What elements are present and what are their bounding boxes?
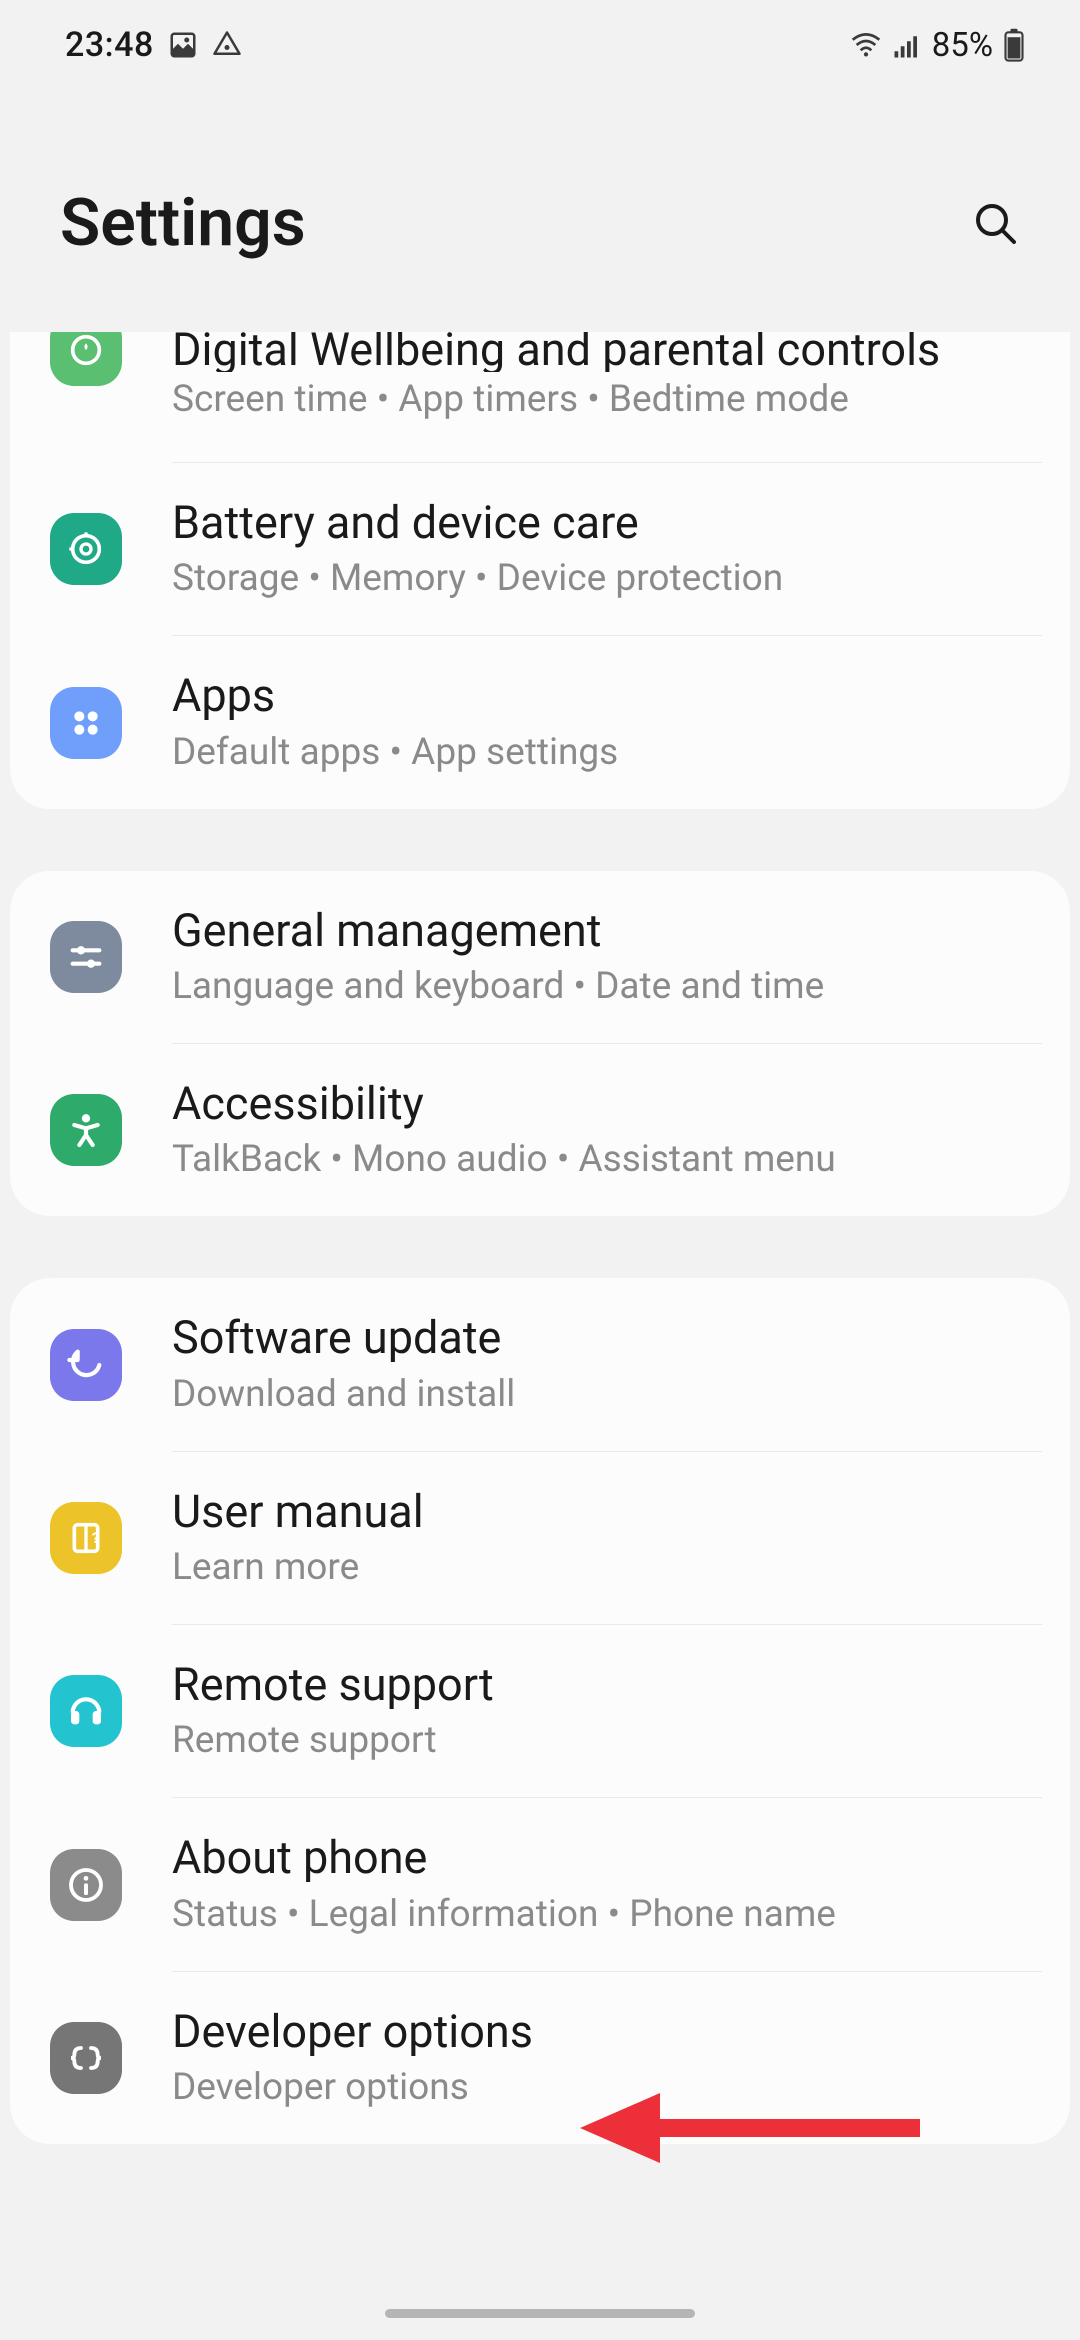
row-subtitle: Language and keyboard • Date and time bbox=[172, 963, 1036, 1011]
settings-row-battery-care[interactable]: Battery and device care Storage • Memory… bbox=[10, 463, 1070, 635]
row-subtitle: Screen time • App timers • Bedtime mode bbox=[172, 376, 1036, 424]
settings-row-general-management[interactable]: General management Language and keyboard… bbox=[10, 871, 1070, 1043]
status-right: 85% bbox=[850, 26, 1025, 65]
settings-group: General management Language and keyboard… bbox=[10, 871, 1070, 1217]
row-title: Digital Wellbeing and parental controls bbox=[172, 332, 940, 372]
row-subtitle: Status • Legal information • Phone name bbox=[172, 1891, 1036, 1939]
row-text: Accessibility TalkBack • Mono audio • As… bbox=[172, 1076, 1036, 1184]
row-subtitle: Learn more bbox=[172, 1544, 1036, 1592]
page-title: Settings bbox=[60, 185, 306, 262]
status-left: 23:48 bbox=[65, 25, 242, 65]
row-title: Remote support bbox=[172, 1657, 1036, 1713]
row-title: Developer options bbox=[172, 2004, 1036, 2060]
wellbeing-icon bbox=[50, 332, 122, 386]
row-text: Software update Download and install bbox=[172, 1310, 1036, 1418]
settings-row-remote-support[interactable]: Remote support Remote support bbox=[10, 1625, 1070, 1797]
general-management-icon bbox=[50, 921, 122, 993]
row-subtitle: Remote support bbox=[172, 1717, 1036, 1765]
svg-text:?: ? bbox=[92, 1529, 99, 1547]
row-text: Apps Default apps • App settings bbox=[172, 668, 1036, 776]
header: Settings bbox=[0, 90, 1080, 332]
row-title: Apps bbox=[172, 668, 1036, 724]
row-title: Battery and device care bbox=[172, 495, 1036, 551]
drive-icon bbox=[212, 30, 242, 60]
row-subtitle: TalkBack • Mono audio • Assistant menu bbox=[172, 1136, 1036, 1184]
status-time: 23:48 bbox=[65, 25, 154, 65]
search-button[interactable] bbox=[972, 200, 1020, 248]
row-title: User manual bbox=[172, 1484, 1036, 1540]
row-title: General management bbox=[172, 903, 1036, 959]
row-subtitle: Storage • Memory • Device protection bbox=[172, 555, 1036, 603]
row-text: Digital Wellbeing and parental controls … bbox=[172, 332, 1036, 424]
row-title: Software update bbox=[172, 1310, 1036, 1366]
battery-percent: 85% bbox=[932, 26, 993, 65]
row-subtitle: Default apps • App settings bbox=[172, 729, 1036, 777]
settings-group: Digital Wellbeing and parental controls … bbox=[10, 332, 1070, 809]
about-phone-icon bbox=[50, 1849, 122, 1921]
software-update-icon bbox=[50, 1329, 122, 1401]
battery-icon bbox=[1003, 28, 1025, 62]
settings-group: Software update Download and install ? U… bbox=[10, 1278, 1070, 2144]
row-subtitle: Download and install bbox=[172, 1371, 1036, 1419]
settings-row-user-manual[interactable]: ? User manual Learn more bbox=[10, 1452, 1070, 1624]
row-title: About phone bbox=[172, 1830, 1036, 1886]
remote-support-icon bbox=[50, 1675, 122, 1747]
row-text: General management Language and keyboard… bbox=[172, 903, 1036, 1011]
row-title: Accessibility bbox=[172, 1076, 1036, 1132]
row-text: User manual Learn more bbox=[172, 1484, 1036, 1592]
status-bar: 23:48 85% bbox=[0, 0, 1080, 90]
settings-row-about-phone[interactable]: About phone Status • Legal information •… bbox=[10, 1798, 1070, 1970]
row-text: Remote support Remote support bbox=[172, 1657, 1036, 1765]
apps-icon bbox=[50, 687, 122, 759]
row-text: About phone Status • Legal information •… bbox=[172, 1830, 1036, 1938]
settings-row-apps[interactable]: Apps Default apps • App settings bbox=[10, 636, 1070, 808]
settings-row-accessibility[interactable]: Accessibility TalkBack • Mono audio • As… bbox=[10, 1044, 1070, 1216]
settings-row-software-update[interactable]: Software update Download and install bbox=[10, 1278, 1070, 1450]
settings-row-digital-wellbeing[interactable]: Digital Wellbeing and parental controls … bbox=[10, 332, 1070, 462]
row-text: Battery and device care Storage • Memory… bbox=[172, 495, 1036, 603]
developer-options-icon bbox=[50, 2022, 122, 2094]
battery-care-icon bbox=[50, 513, 122, 585]
wifi-icon bbox=[850, 31, 882, 59]
accessibility-icon bbox=[50, 1094, 122, 1166]
image-icon bbox=[168, 30, 198, 60]
annotation-arrow bbox=[580, 2088, 920, 2168]
user-manual-icon: ? bbox=[50, 1502, 122, 1574]
signal-icon bbox=[892, 31, 922, 59]
nav-handle[interactable] bbox=[385, 2309, 695, 2318]
